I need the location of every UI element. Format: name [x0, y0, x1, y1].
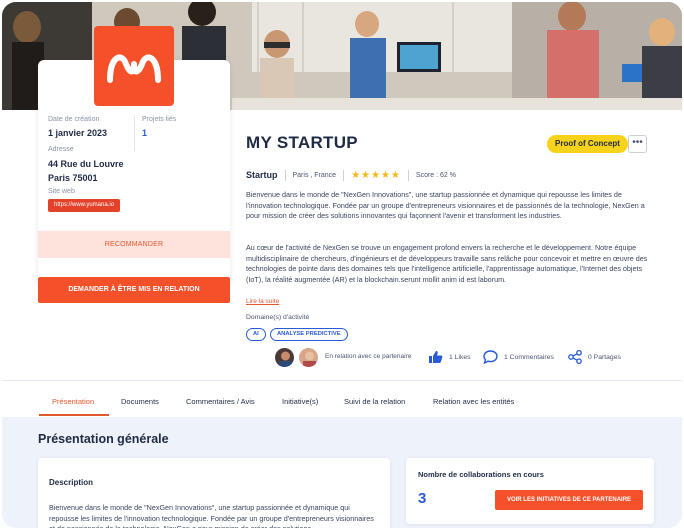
- description-card-text: Bienvenue dans le monde de "NexGen Innov…: [49, 503, 374, 528]
- company-meta-row: Startup Paris , France ★★★★★ Score : 62 …: [246, 169, 456, 181]
- address-line1: 44 Rue du Louvre: [48, 159, 124, 169]
- view-initiatives-button[interactable]: VOIR LES INITIATIVES DE CE PARTENAIRE: [495, 490, 643, 510]
- collaborations-title: Nombre de collaborations en cours: [418, 470, 544, 479]
- tab-presentation[interactable]: Présentation: [52, 397, 94, 406]
- page-frame: Date de création 1 janvier 2023 Projets …: [2, 2, 682, 528]
- company-location: Paris , France: [292, 171, 337, 179]
- comments-stat[interactable]: 1 Commentaires: [483, 350, 554, 364]
- rating-stars-icon: ★★★★★: [351, 169, 401, 181]
- meta-separator: [407, 169, 409, 181]
- more-options-button[interactable]: •••: [628, 135, 647, 153]
- share-icon: [568, 350, 582, 364]
- tab-relation-tracking[interactable]: Suivi de la relation: [344, 397, 405, 406]
- comments-count: 1 Commentaires: [504, 353, 554, 361]
- company-name: MY STARTUP: [246, 133, 358, 152]
- creation-date-value: 1 janvier 2023: [48, 128, 108, 138]
- status-badge: Proof of Concept: [547, 135, 628, 153]
- meta-separator: [284, 169, 286, 181]
- tab-comments[interactable]: Commentaires / Avis: [186, 397, 255, 406]
- projects-count-link[interactable]: 1: [142, 128, 147, 138]
- tab-documents[interactable]: Documents: [121, 397, 159, 406]
- read-more-link[interactable]: Lire la suite: [246, 298, 279, 305]
- avatar[interactable]: [298, 347, 319, 368]
- likes-count: 1 Likes: [449, 353, 471, 361]
- address-label: Adresse: [48, 146, 74, 153]
- section-title: Présentation générale: [38, 432, 169, 446]
- active-tab-indicator: [39, 414, 109, 416]
- logo-mark-icon: [107, 54, 161, 83]
- avatar[interactable]: [274, 347, 295, 368]
- company-type: Startup: [246, 170, 278, 180]
- domain-tag[interactable]: ANALYSE PREDICTIVE: [270, 328, 348, 341]
- comment-icon: [483, 350, 498, 364]
- website-label: Site web: [48, 188, 75, 195]
- company-logo: [94, 26, 174, 106]
- shares-count: 0 Partages: [588, 353, 621, 361]
- tab-initiatives[interactable]: Initiative(s): [282, 397, 318, 406]
- domain-tag[interactable]: AI: [246, 328, 266, 341]
- request-contact-button[interactable]: DEMANDER À ÊTRE MIS EN RELATION: [38, 277, 230, 303]
- tab-entity-relations[interactable]: Relation avec les entités: [433, 397, 514, 406]
- likes-stat[interactable]: 1 Likes: [428, 350, 471, 364]
- recommend-button[interactable]: RECOMMANDER: [38, 231, 230, 258]
- thumbs-up-icon: [429, 351, 443, 363]
- relation-text: En relation avec ce partenaire: [325, 353, 412, 360]
- address-line2: Paris 75001: [48, 173, 98, 183]
- company-score: Score : 62 %: [415, 171, 456, 179]
- tabs-bar: [2, 380, 682, 417]
- collaborations-count: 3: [418, 490, 427, 507]
- description-paragraph-2: Au cœur de l'activité de NexGen se trouv…: [246, 243, 648, 284]
- description-card-title: Description: [49, 478, 94, 487]
- website-link[interactable]: https://www.yumana.io: [48, 199, 121, 212]
- projects-label: Projets liés: [142, 116, 177, 123]
- shares-stat[interactable]: 0 Partages: [568, 350, 621, 364]
- creation-date-label: Date de création: [48, 116, 100, 123]
- meta-separator: [343, 169, 345, 181]
- info-divider: [134, 115, 135, 151]
- domains-label: Domaine(s) d'activité: [246, 314, 310, 321]
- description-paragraph-1: Bienvenue dans le monde de "NexGen Innov…: [246, 190, 645, 221]
